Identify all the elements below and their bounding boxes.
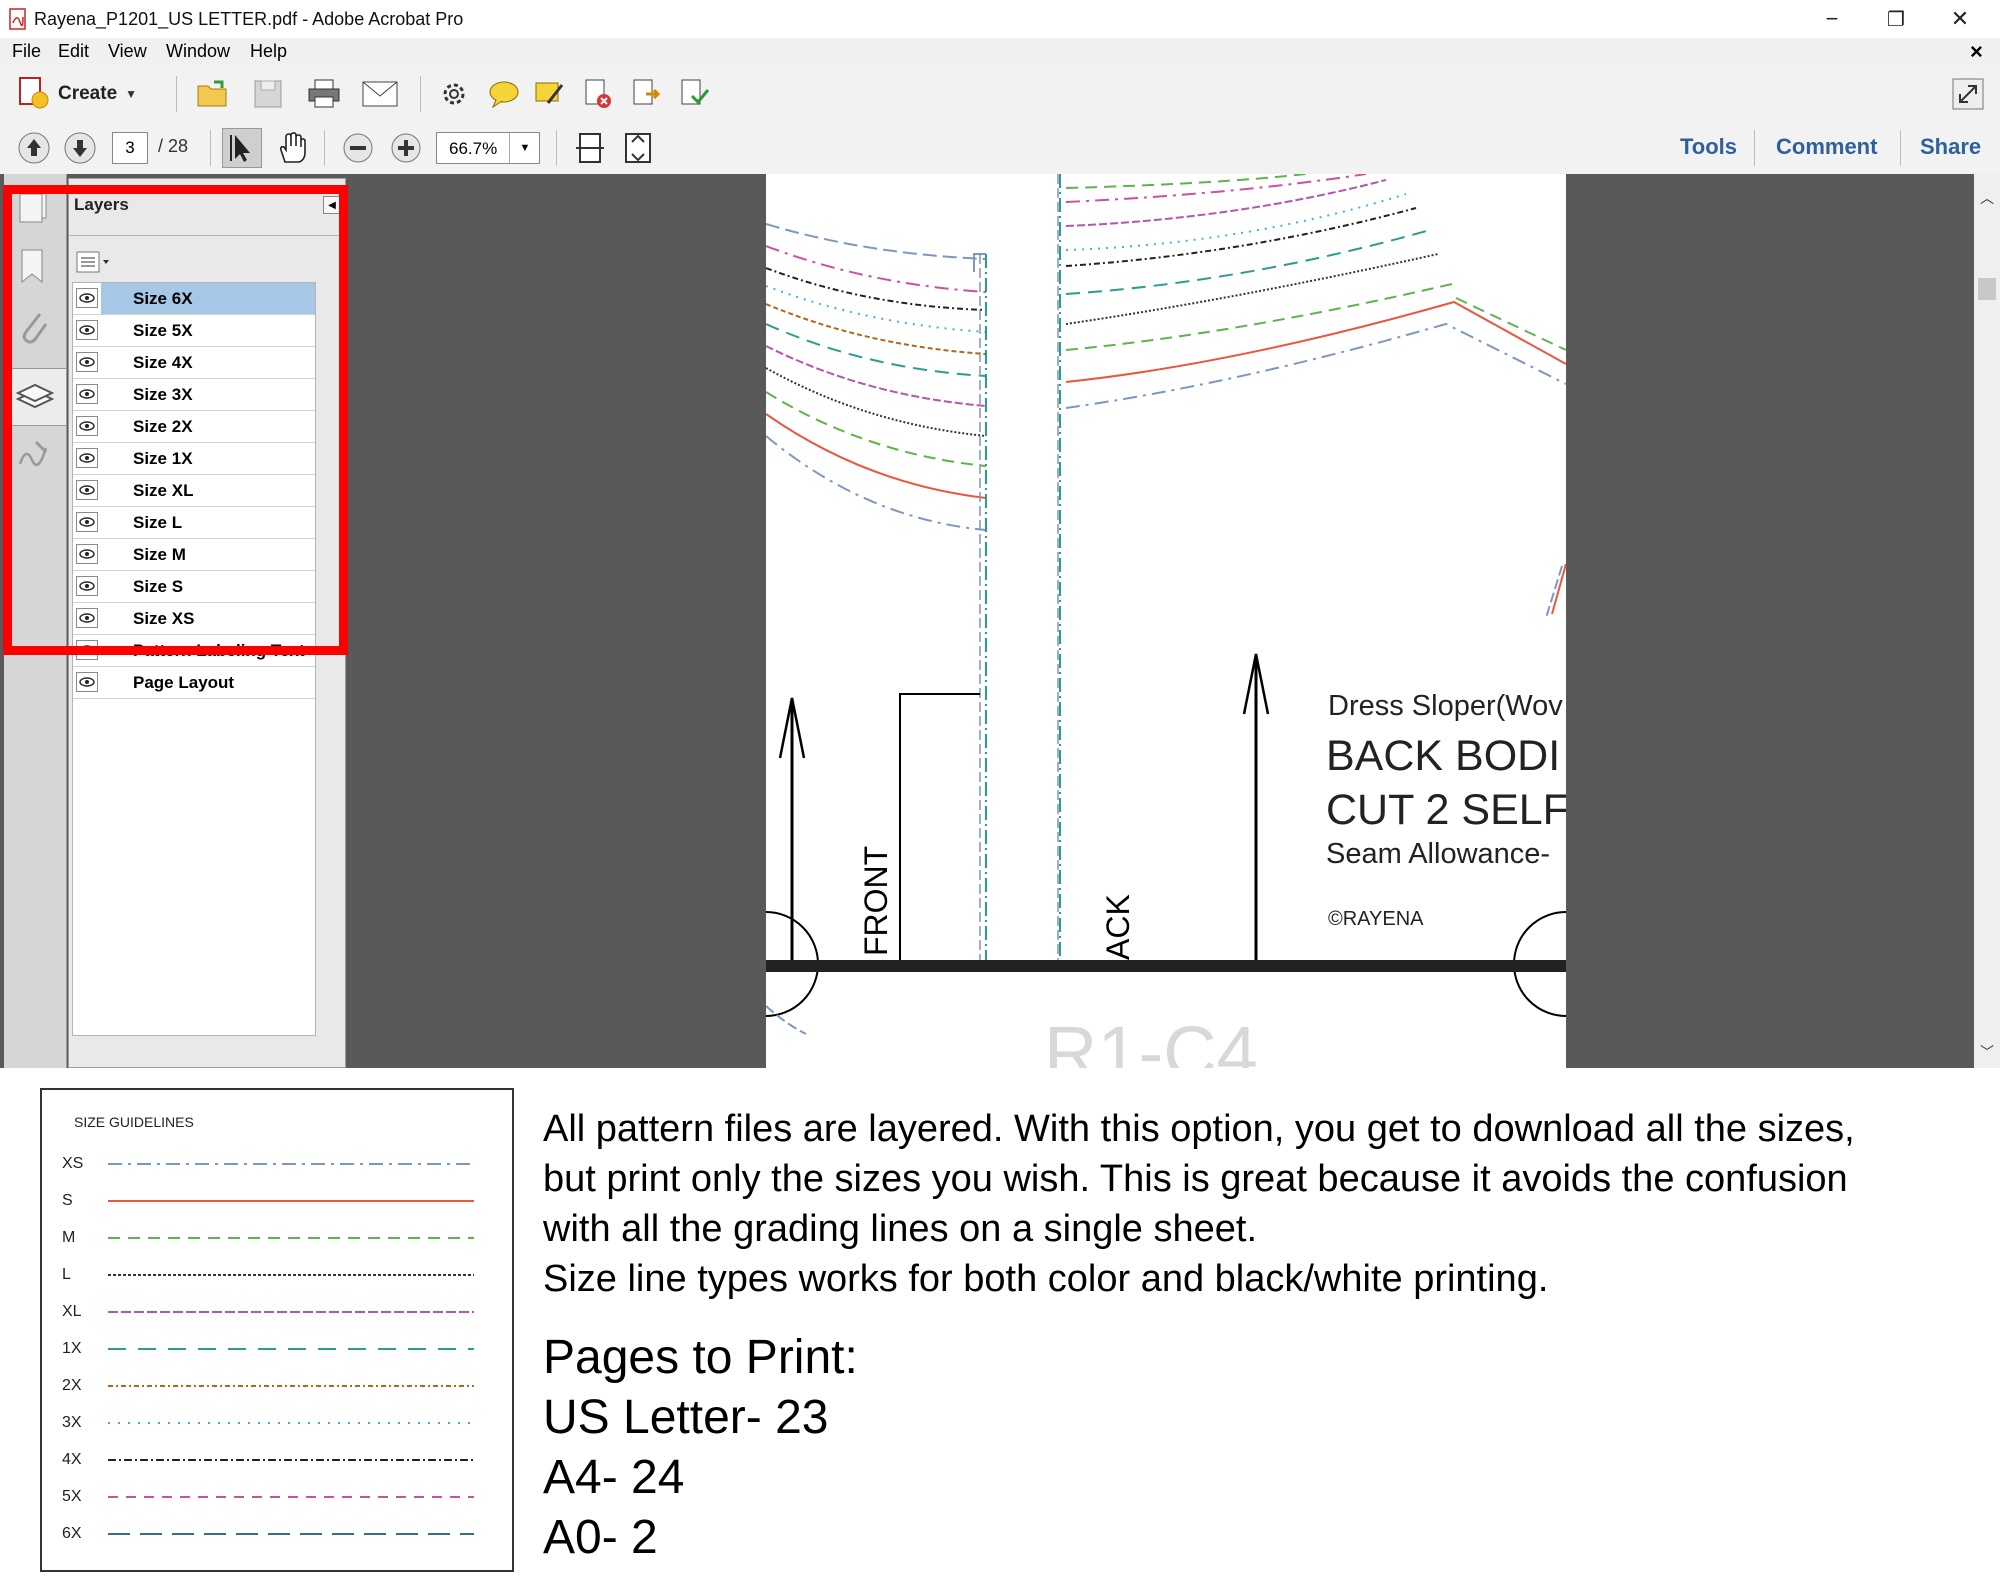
tools-link[interactable]: Tools [1680,134,1737,160]
legend-size-label: 6X [62,1525,82,1542]
pattern-name: Dress Sloper(Wov [1328,690,1563,722]
chevron-down-icon: ▼ [125,87,138,101]
minimize-button[interactable]: − [1800,0,1864,38]
legend-size-label: 1X [62,1340,82,1357]
legend-lines [108,1163,474,1535]
toolbar-separator [556,130,557,166]
description-line-1: All pattern files are layered. With this… [543,1108,1855,1150]
create-pdf-icon [14,74,50,115]
main-toolbar: Create ▼ [0,66,2000,123]
scrollbar-thumb[interactable] [1978,278,1996,300]
pages-a0: A0- 2 [543,1511,658,1564]
delete-page-icon[interactable] [578,74,618,114]
size-guidelines-legend: SIZE GUIDELINES XS S M L XL 1X 2X 3X 4X 5X 6X [40,1088,514,1572]
chevron-down-icon: ▼ [509,133,540,163]
tile-code: R1-C4 [1044,1011,1258,1068]
window-title: Rayena_P1201_US LETTER.pdf - Adobe Acrob… [34,9,464,29]
page-total: / 28 [158,136,189,156]
pdf-page: FRONT ACK Dress Sloper(Wov BACK BODI CUT… [766,174,1566,1068]
legend-size-label: M [62,1229,76,1246]
zoom-select[interactable]: 66.7% ▼ [436,132,540,164]
scroll-up-icon[interactable]: ︿ [1980,188,1994,208]
email-icon[interactable] [360,74,400,114]
back-label: ACK [1100,894,1136,960]
restore-button[interactable]: ❐ [1864,0,1928,38]
menu-bar: File Edit View Window Help × [0,38,2000,67]
comment-link[interactable]: Comment [1776,134,1877,160]
toolbar-separator [176,76,177,112]
create-label: Create [58,83,118,104]
menu-window[interactable]: Window [166,41,230,62]
description-line-4: Size line types works for both color and… [543,1258,1549,1300]
vertical-scrollbar[interactable]: ︿ ﹀ [1974,174,2000,1068]
description-text: All pattern files are layered. With this… [543,1104,1993,1304]
pages-us-letter: US Letter- 23 [543,1391,829,1444]
open-folder-icon[interactable] [194,74,234,114]
front-label: FRONT [858,845,894,956]
menu-view[interactable]: View [108,41,147,62]
cut-instruction: CUT 2 SELF [1326,786,1566,834]
toolbar-separator [1754,130,1755,166]
toolbar-separator [420,76,421,112]
piece-name: BACK BODI [1326,732,1561,780]
description-line-2: but print only the sizes you wish. This … [543,1158,1848,1200]
zoom-out-icon[interactable] [342,132,374,164]
select-tool-icon[interactable] [222,128,262,168]
hand-tool-icon[interactable] [272,128,312,168]
previous-page-icon[interactable] [16,130,52,166]
fit-width-icon[interactable] [574,132,606,164]
pdf-file-icon [8,8,28,30]
copyright-label: ©RAYENA [1328,908,1424,930]
legend-size-label: XL [62,1303,82,1320]
legend-size-label: 5X [62,1488,82,1505]
layer-row[interactable]: Page Layout [73,667,315,699]
legend-size-label: 3X [62,1414,82,1431]
seam-allowance: Seam Allowance- [1326,838,1551,870]
title-bar: Rayena_P1201_US LETTER.pdf - Adobe Acrob… [0,0,2000,38]
menu-file[interactable]: File [12,41,41,62]
highlight-text-icon[interactable] [530,74,570,114]
create-button[interactable]: Create ▼ [14,74,154,114]
close-document-button[interactable]: × [1970,39,1983,65]
toolbar-separator [1900,130,1901,166]
gear-icon[interactable] [434,74,474,114]
legend-size-label: 4X [62,1451,82,1468]
legend-size-label: S [62,1192,73,1209]
share-link[interactable]: Share [1920,134,1981,160]
eye-icon[interactable] [76,672,98,692]
close-window-button[interactable]: ✕ [1928,0,1992,38]
toolbar-separator [324,130,325,166]
pages-to-print-heading: Pages to Print: [543,1331,858,1384]
pages-a4: A4- 24 [543,1451,685,1504]
navigation-toolbar: / 28 66.7% ▼ Tools Comment Share [0,122,2000,175]
menu-help[interactable]: Help [250,41,287,62]
page-number-input[interactable] [112,132,148,164]
legend-size-label: 2X [62,1377,82,1394]
description-line-3: with all the grading lines on a single s… [543,1208,1258,1250]
print-icon[interactable] [304,74,344,114]
zoom-value: 66.7% [449,139,498,158]
legend-size-label: XS [62,1155,84,1172]
fit-page-icon[interactable] [622,132,654,164]
layer-label: Page Layout [133,673,235,692]
next-page-icon[interactable] [62,130,98,166]
menu-edit[interactable]: Edit [58,41,89,62]
zoom-in-icon[interactable] [390,132,422,164]
full-screen-icon[interactable] [1948,74,1988,114]
legend-size-label: L [62,1266,71,1283]
comment-icon[interactable] [484,74,524,114]
insert-page-icon[interactable] [674,74,714,114]
save-icon[interactable] [248,74,288,114]
scroll-down-icon[interactable]: ﹀ [1980,1042,1994,1062]
highlight-annotation [3,185,348,655]
extract-page-icon[interactable] [626,74,666,114]
toolbar-separator [210,130,211,166]
